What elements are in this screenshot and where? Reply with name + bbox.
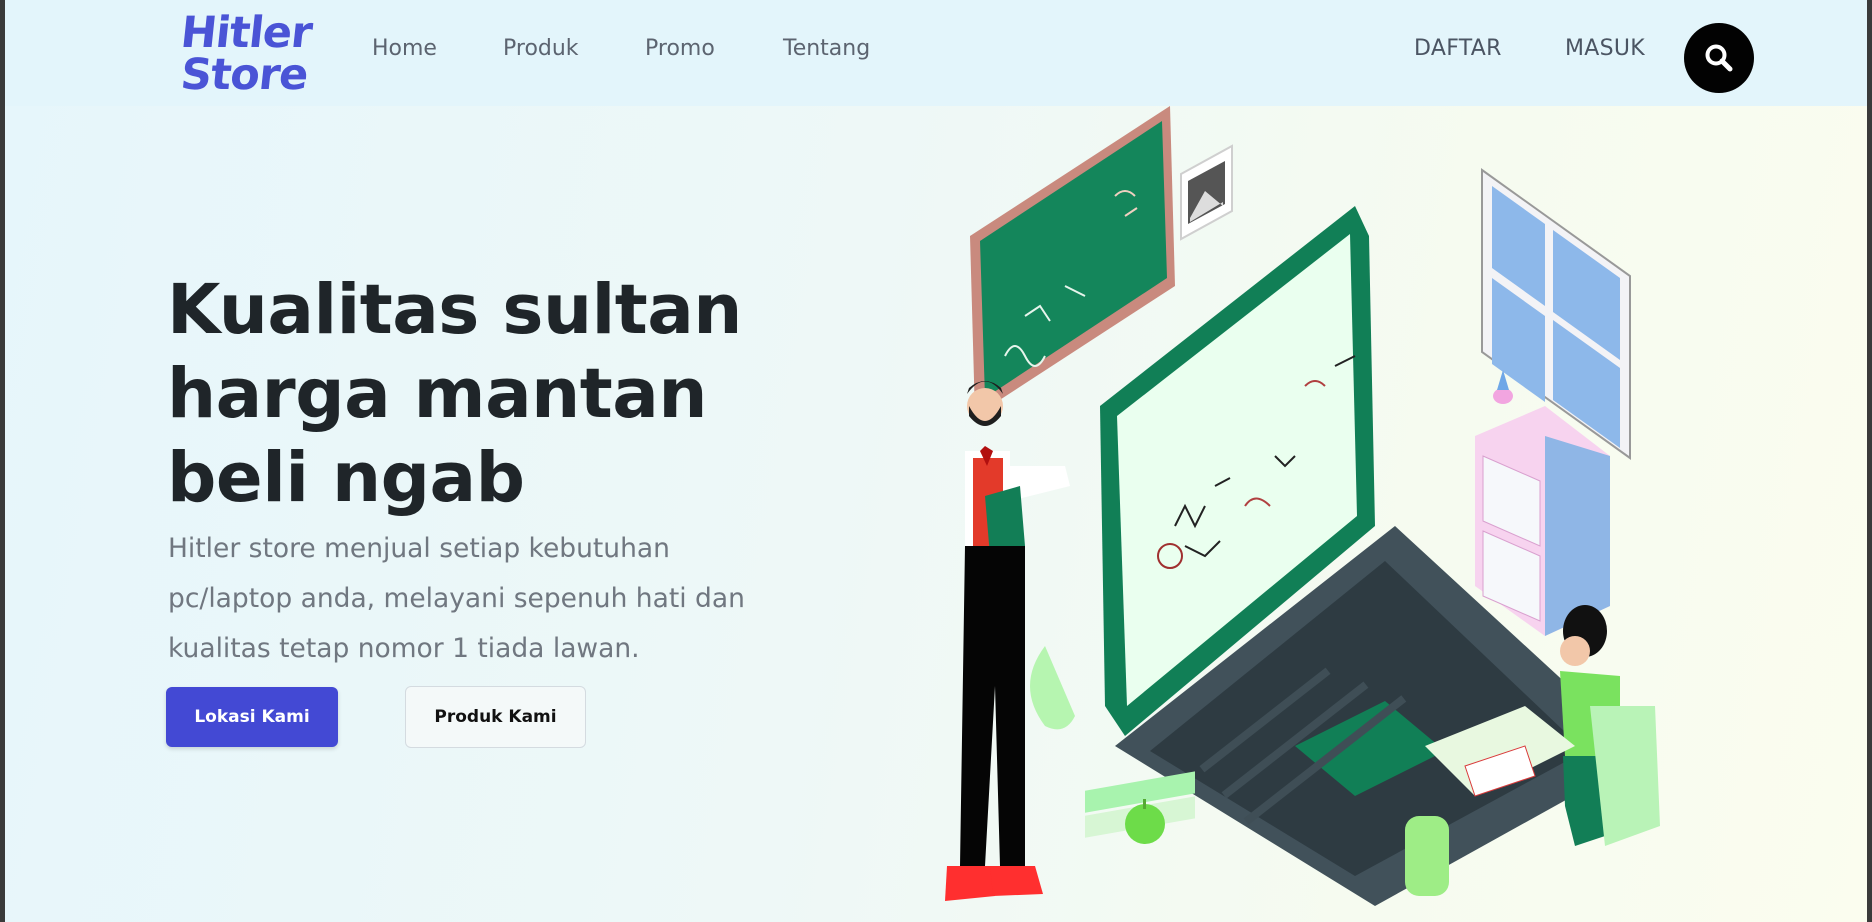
nav-link-tentang[interactable]: Tentang: [783, 36, 870, 61]
hero-title-line: beli ngab: [167, 438, 525, 518]
picture-frame-image: [1180, 144, 1233, 241]
brand-logo-line2: Store: [178, 50, 311, 100]
nav-link-produk[interactable]: Produk: [503, 36, 579, 61]
products-button[interactable]: Produk Kami: [405, 686, 586, 748]
register-link[interactable]: DAFTAR: [1414, 36, 1502, 61]
brand-logo[interactable]: Hitler Store: [178, 8, 321, 100]
teacher-figure: [945, 381, 1070, 901]
hero-title-line: Kualitas sultan: [167, 270, 742, 350]
nav-link-promo[interactable]: Promo: [645, 36, 715, 61]
brand-logo-line1: Hitler: [178, 8, 315, 58]
hero-description: Hitler store menjual setiap kebutuhan pc…: [168, 533, 745, 664]
page: Hitler Store Home Produk Promo Tentang D…: [5, 0, 1867, 922]
nav-link-home[interactable]: Home: [372, 36, 437, 61]
search-icon: [1705, 44, 1733, 72]
hero-title: Kualitas sultan harga mantan beli ngab: [167, 268, 787, 520]
login-link[interactable]: MASUK: [1565, 36, 1645, 61]
search-button[interactable]: [1684, 23, 1754, 93]
hero-illustration: [945, 106, 1660, 906]
hero-title-line: harga mantan: [167, 354, 707, 434]
navbar: Hitler Store Home Produk Promo Tentang D…: [5, 0, 1867, 106]
chalkboard-image: [970, 106, 1175, 416]
location-button[interactable]: Lokasi Kami: [166, 687, 338, 747]
